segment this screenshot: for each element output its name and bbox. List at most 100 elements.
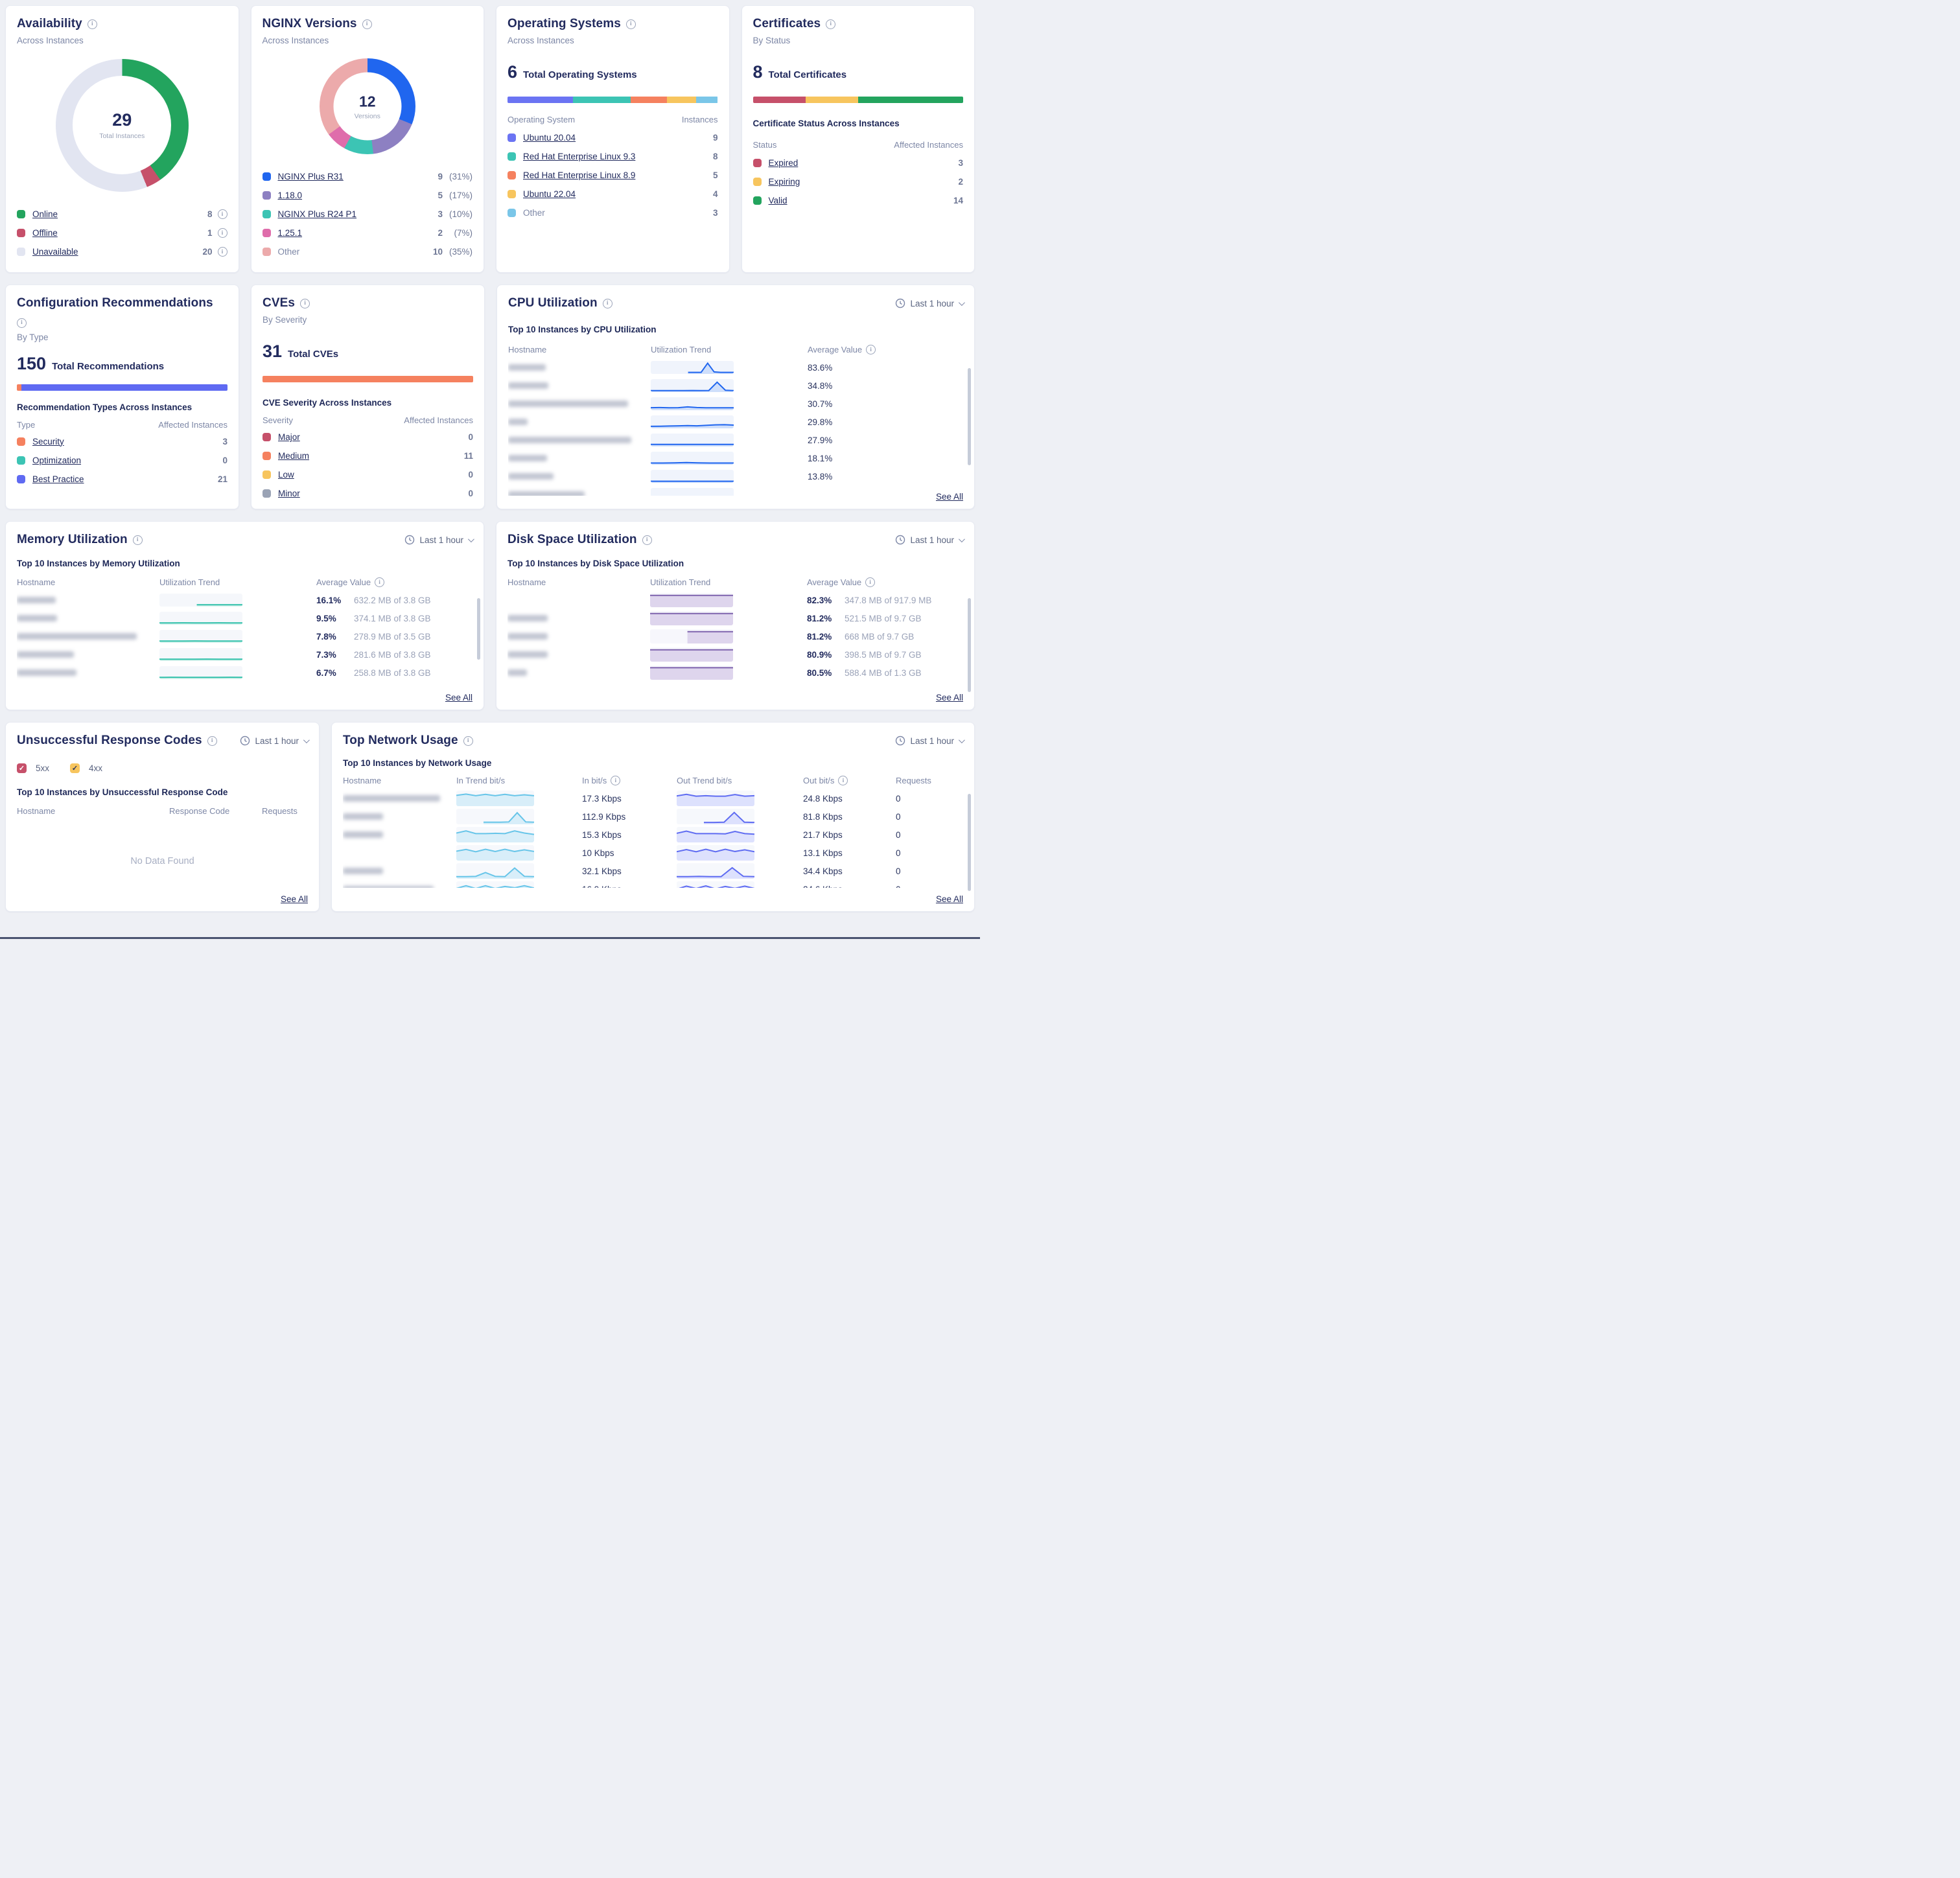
- os-link[interactable]: Ubuntu 22.04: [523, 189, 576, 199]
- major-swatch: [262, 433, 271, 441]
- os-swatch: [508, 133, 516, 142]
- cpu-sparkline-chart: [651, 470, 734, 483]
- medium-link[interactable]: Medium: [278, 451, 309, 461]
- info-icon[interactable]: [463, 736, 473, 746]
- version-link[interactable]: NGINX Plus R31: [278, 172, 344, 181]
- info-icon[interactable]: [866, 345, 876, 354]
- info-icon[interactable]: [362, 19, 372, 29]
- cpu-row: 83.6%: [508, 358, 963, 377]
- hostname-redacted[interactable]: [508, 633, 548, 640]
- hostname-redacted[interactable]: [17, 597, 56, 603]
- time-range-dropdown[interactable]: Last 1 hour: [895, 736, 963, 746]
- os-link[interactable]: Red Hat Enterprise Linux 9.3: [523, 152, 635, 161]
- version-link[interactable]: 1.18.0: [278, 191, 303, 200]
- in-trend-sparkline-chart: [456, 863, 534, 879]
- hostname-redacted[interactable]: [508, 651, 548, 658]
- memory-see-all-link[interactable]: See All: [440, 693, 472, 702]
- 5xx-checkbox[interactable]: ✓: [17, 763, 27, 773]
- hostname-redacted[interactable]: [343, 868, 383, 874]
- offline-link[interactable]: Offline: [32, 228, 58, 238]
- os-table-header: Operating System Instances: [508, 115, 718, 124]
- out-value: 24.6 Kbps: [803, 885, 896, 888]
- time-range-dropdown[interactable]: Last 1 hour: [895, 535, 963, 545]
- hostname-redacted[interactable]: [17, 633, 137, 640]
- time-range-dropdown[interactable]: Last 1 hour: [895, 298, 963, 308]
- network-row: 10 Kbps 13.1 Kbps 0: [343, 844, 963, 862]
- scrollbar-thumb[interactable]: [968, 368, 971, 465]
- os-link[interactable]: Ubuntu 20.04: [523, 133, 576, 143]
- response-codes-see-all-link[interactable]: See All: [275, 894, 308, 904]
- info-icon[interactable]: [826, 19, 835, 29]
- hostname-redacted[interactable]: [343, 795, 440, 802]
- cert-stacked-bar-chart: [753, 97, 964, 103]
- info-icon[interactable]: [207, 736, 217, 746]
- best-practice-link[interactable]: Best Practice: [32, 474, 84, 484]
- os-swatch: [508, 171, 516, 180]
- network-see-all-link[interactable]: See All: [931, 894, 963, 904]
- time-range-dropdown[interactable]: Last 1 hour: [404, 535, 472, 545]
- scrollbar-thumb[interactable]: [477, 598, 480, 660]
- hostname-redacted[interactable]: [508, 364, 546, 371]
- low-link[interactable]: Low: [278, 470, 294, 480]
- hostname-redacted[interactable]: [17, 615, 57, 621]
- valid-link[interactable]: Valid: [769, 196, 788, 205]
- card-title: NGINX Versions: [262, 17, 357, 31]
- hostname-redacted[interactable]: [508, 455, 547, 461]
- expired-link[interactable]: Expired: [769, 158, 799, 168]
- hostname-redacted[interactable]: [508, 400, 628, 407]
- os-link[interactable]: Red Hat Enterprise Linux 8.9: [523, 170, 635, 180]
- info-icon[interactable]: [603, 299, 612, 308]
- network-row: 17.3 Kbps 24.8 Kbps 0: [343, 789, 963, 807]
- info-icon[interactable]: [611, 776, 620, 785]
- hostname-redacted[interactable]: [508, 669, 527, 676]
- disk-see-all-link[interactable]: See All: [931, 693, 963, 702]
- card-title: CPU Utilization: [508, 296, 598, 310]
- scrollbar-thumb[interactable]: [968, 598, 971, 692]
- 4xx-checkbox[interactable]: ✓: [70, 763, 80, 773]
- info-icon[interactable]: [865, 577, 875, 587]
- info-icon[interactable]: [88, 19, 97, 29]
- severity-col-header: Severity: [262, 415, 293, 425]
- hostname-redacted[interactable]: [508, 437, 631, 443]
- response-codes-card: Unsuccessful Response Codes Last 1 hour …: [5, 722, 320, 912]
- info-icon[interactable]: [218, 247, 228, 257]
- availability-legend: Online 8 Offline 1 Unavailable 20: [17, 205, 228, 261]
- online-link[interactable]: Online: [32, 209, 58, 219]
- out-value: 13.1 Kbps: [803, 848, 896, 858]
- info-icon[interactable]: [626, 19, 636, 29]
- version-link[interactable]: NGINX Plus R24 P1: [278, 209, 357, 219]
- expiring-link[interactable]: Expiring: [769, 177, 800, 187]
- hostname-redacted[interactable]: [343, 813, 383, 820]
- hostname-redacted[interactable]: [343, 831, 383, 838]
- optimization-link[interactable]: Optimization: [32, 456, 81, 465]
- info-icon[interactable]: [300, 299, 310, 308]
- scrollbar-thumb[interactable]: [968, 794, 971, 891]
- info-icon[interactable]: [838, 776, 848, 785]
- hostname-redacted[interactable]: [508, 473, 554, 480]
- cpu-see-all-link[interactable]: See All: [931, 492, 963, 502]
- info-icon[interactable]: [642, 535, 652, 545]
- in-trend-sparkline-chart: [456, 809, 534, 824]
- hostname-redacted[interactable]: [508, 615, 548, 621]
- hostname-redacted[interactable]: [17, 651, 74, 658]
- medium-count: 11: [464, 451, 473, 461]
- info-icon[interactable]: [375, 577, 384, 587]
- hostname-redacted[interactable]: [343, 886, 434, 888]
- info-icon[interactable]: [218, 209, 228, 219]
- major-link[interactable]: Major: [278, 432, 300, 442]
- unavailable-link[interactable]: Unavailable: [32, 247, 78, 257]
- minor-link[interactable]: Minor: [278, 489, 300, 498]
- info-icon[interactable]: [17, 318, 27, 328]
- hostname-redacted[interactable]: [508, 382, 548, 389]
- hostname-redacted[interactable]: [17, 669, 76, 676]
- hostname-redacted[interactable]: [508, 491, 585, 496]
- trend-col-header: Utilization Trend: [651, 345, 808, 354]
- nginx-versions-card: NGINX Versions Across Instances 12 Versi…: [251, 5, 485, 273]
- version-pct: (7%): [443, 228, 472, 238]
- info-icon[interactable]: [218, 228, 228, 238]
- version-link[interactable]: 1.25.1: [278, 228, 303, 238]
- info-icon[interactable]: [133, 535, 143, 545]
- time-range-dropdown[interactable]: Last 1 hour: [240, 736, 308, 746]
- security-link[interactable]: Security: [32, 437, 64, 446]
- hostname-redacted[interactable]: [508, 419, 528, 425]
